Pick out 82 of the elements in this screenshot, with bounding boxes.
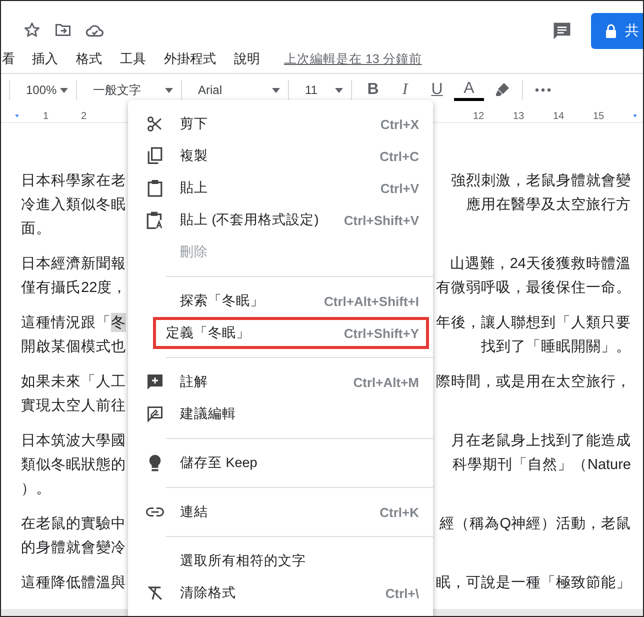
italic-button[interactable]: I: [390, 77, 420, 103]
menu-item[interactable]: 格式: [76, 50, 102, 68]
menu-item[interactable]: 工具: [120, 50, 146, 68]
text-fragment: 山遇難，24天後獲救時體溫: [450, 254, 631, 272]
context-menu-item[interactable]: 儲存至 Keep: [128, 447, 433, 479]
text-fragment: 這種情況跟「: [21, 314, 111, 332]
ruler-number: 14: [553, 110, 566, 122]
text-fragment: 冷進入類似冬眠: [21, 196, 126, 214]
text-fragment: 有微弱呼吸，最後保住一命。: [436, 278, 631, 296]
text-fragment: 日本經濟新聞報: [21, 254, 126, 272]
underline-button[interactable]: U: [422, 77, 452, 103]
text-fragment: 面。: [21, 220, 51, 238]
text-fragment: 日本筑波大學國: [21, 432, 126, 450]
text-fragment: 際時間，或是用在太空旅行，: [436, 372, 631, 390]
move-folder-icon[interactable]: [54, 21, 72, 39]
context-menu-item[interactable]: 註解 Ctrl+Alt+M: [128, 366, 433, 398]
context-menu-item[interactable]: 探索「冬眠」 Ctrl+Alt+Shift+I: [128, 285, 433, 317]
text-fragment: 如果未來「人工: [21, 372, 126, 390]
menu-item[interactable]: 外掛程式: [164, 50, 216, 68]
text-fragment: ）。: [21, 480, 51, 498]
text-fragment: 開啟某個模式也: [21, 338, 126, 356]
text-fragment: 實現太空人前往: [21, 396, 126, 414]
ruler-number: 1: [43, 110, 50, 122]
scissors-icon: [146, 115, 164, 133]
indent-marker-icon[interactable]: [15, 112, 19, 120]
text-fragment: 找到了「睡眠開關」。: [481, 338, 631, 356]
suggest-edit-icon: [146, 405, 164, 423]
context-menu-item[interactable]: 選取所有相符的文字: [128, 545, 433, 577]
text-fragment: 強烈刺激，老鼠身體就會變: [451, 172, 631, 190]
clipboard-icon: [147, 179, 163, 197]
context-menu-item[interactable]: 連結 Ctrl+K: [128, 496, 433, 528]
highlighter-icon[interactable]: [494, 82, 510, 98]
context-menu-item[interactable]: 貼上 Ctrl+V: [128, 172, 433, 204]
comment-icon[interactable]: [551, 20, 573, 42]
text-fragment: 在老鼠的實驗中: [21, 514, 126, 532]
selected-text: 冬: [111, 312, 126, 332]
caret-icon: [335, 88, 343, 92]
ruler-number: 12: [473, 110, 486, 122]
lock-icon: [605, 24, 617, 38]
text-fragment: 月在老鼠身上找到了能造成: [451, 432, 631, 450]
ruler-number: 15: [593, 110, 606, 122]
indent-marker-icon[interactable]: [633, 112, 637, 120]
ruler-number: 13: [513, 110, 526, 122]
share-button[interactable]: 共: [591, 13, 643, 49]
add-comment-icon: [146, 373, 164, 391]
caret-icon: [272, 88, 280, 92]
ruler-number: 2: [81, 110, 88, 122]
menu-item[interactable]: 插入: [32, 50, 58, 68]
text-color-button[interactable]: A: [454, 79, 484, 101]
bold-button[interactable]: B: [358, 77, 388, 103]
context-menu-item[interactable]: 定義「冬眠」 Ctrl+Shift+Y: [153, 317, 429, 349]
lightbulb-icon: [148, 454, 162, 472]
context-menu-item[interactable]: 貼上 (不套用格式設定) Ctrl+Shift+V: [128, 204, 433, 236]
text-fragment: 這種降低體溫與: [21, 574, 126, 592]
zoom-dropdown[interactable]: 100%: [10, 77, 76, 103]
last-edit-link[interactable]: 上次編輯是在 13 分鐘前: [284, 50, 422, 68]
menu-item[interactable]: 說明: [234, 50, 260, 68]
text-fragment: 類似冬眠狀態的: [21, 456, 126, 474]
caret-icon: [60, 88, 68, 92]
text-fragment: 眠，可說是一種「極致節能」: [436, 574, 631, 592]
context-menu-item[interactable]: 複製 Ctrl+C: [128, 140, 433, 172]
copy-icon: [147, 147, 163, 165]
link-icon: [146, 507, 164, 517]
font-size-dropdown[interactable]: 11: [289, 77, 351, 103]
clear-format-icon: [147, 585, 163, 601]
clipboard-text-icon: [146, 211, 164, 229]
text-fragment: 年後，讓人聯想到「人類只要: [436, 314, 631, 332]
text-fragment: 僅有攝氏22度，: [21, 278, 128, 296]
context-menu-item[interactable]: 建議編輯: [128, 398, 433, 430]
text-fragment: 日本科學家在老: [21, 172, 126, 190]
font-dropdown[interactable]: Arial: [182, 77, 288, 103]
caret-icon: [165, 88, 173, 92]
star-icon[interactable]: [23, 21, 41, 39]
menu-item[interactable]: 看: [2, 50, 15, 68]
text-fragment: 應用在醫學及太空旅行方: [466, 196, 631, 214]
text-fragment: 科學期刊「自然」（Nature: [452, 456, 631, 474]
text-fragment: 的身體就會變冷: [21, 538, 126, 556]
more-icon[interactable]: [535, 88, 551, 92]
context-menu-item[interactable]: 清除格式 Ctrl+\: [128, 577, 433, 609]
context-menu-item[interactable]: 剪下 Ctrl+X: [128, 108, 433, 140]
style-dropdown[interactable]: 一般文字: [77, 77, 181, 103]
text-fragment: 經（稱為Q神經）活動，老鼠: [440, 514, 631, 532]
